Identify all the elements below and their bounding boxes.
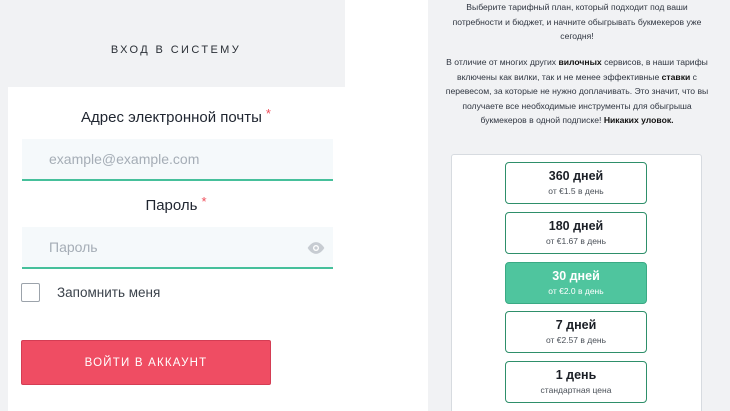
intro-line: сегодня! [560, 31, 594, 41]
plan-30-days[interactable]: 30 дней от €2.0 в день [505, 262, 647, 304]
login-button[interactable]: ВОЙТИ В АККАУНТ [21, 340, 271, 385]
remember-label: Запомнить меня [57, 285, 161, 300]
plan-1-day[interactable]: 1 день стандартная цена [505, 361, 647, 403]
plan-7-days[interactable]: 7 дней от €2.57 в день [505, 311, 647, 353]
desc-line: включены как вилки, так и не менее эффек… [457, 71, 697, 82]
desc-line: перевесом, за которые не нужно доплачива… [445, 86, 709, 96]
plan-price: от €2.0 в день [548, 286, 604, 296]
password-label: Пароль * [0, 194, 352, 214]
desc-line: В отличие от многих других вилочных серв… [446, 57, 708, 67]
plan-180-days[interactable]: 180 дней от €1.67 в день [505, 212, 647, 254]
password-input[interactable] [22, 227, 333, 269]
password-label-text: Пароль [145, 197, 198, 214]
remember-checkbox[interactable] [21, 283, 40, 302]
plan-title: 30 дней [552, 269, 600, 283]
eye-icon[interactable] [306, 241, 326, 255]
email-label: Адрес электронной почты * [0, 106, 352, 126]
intro-text: Выберите тарифный план, который подходит… [437, 0, 717, 44]
plan-price: от €1.5 в день [548, 186, 604, 196]
desc-line: получаете все необходимые инструменты дл… [462, 100, 692, 111]
required-mark: * [201, 194, 207, 209]
login-heading: ВХОД В СИСТЕМУ [110, 44, 242, 56]
plan-title: 360 дней [548, 169, 604, 183]
plan-title: 7 дней [555, 318, 597, 332]
plan-price: стандартная цена [540, 385, 612, 395]
email-label-text: Адрес электронной почты [81, 109, 262, 126]
intro-line: Выберите тарифный план, который подходит… [466, 2, 688, 12]
intro-line: потребности и бюджет, и начните обыгрыва… [452, 16, 702, 27]
plan-title: 1 день [555, 368, 597, 382]
description-text: В отличие от многих других вилочных серв… [437, 55, 717, 128]
email-input[interactable] [22, 139, 333, 181]
plan-price: от €1.67 в день [545, 236, 607, 246]
plan-360-days[interactable]: 360 дней от €1.5 в день [505, 162, 647, 204]
plan-price: от €2.57 в день [545, 335, 607, 345]
required-mark: * [265, 106, 271, 121]
plan-title: 180 дней [548, 219, 604, 233]
desc-line: букмекеров в одной подписке! Никаких уло… [480, 115, 674, 125]
